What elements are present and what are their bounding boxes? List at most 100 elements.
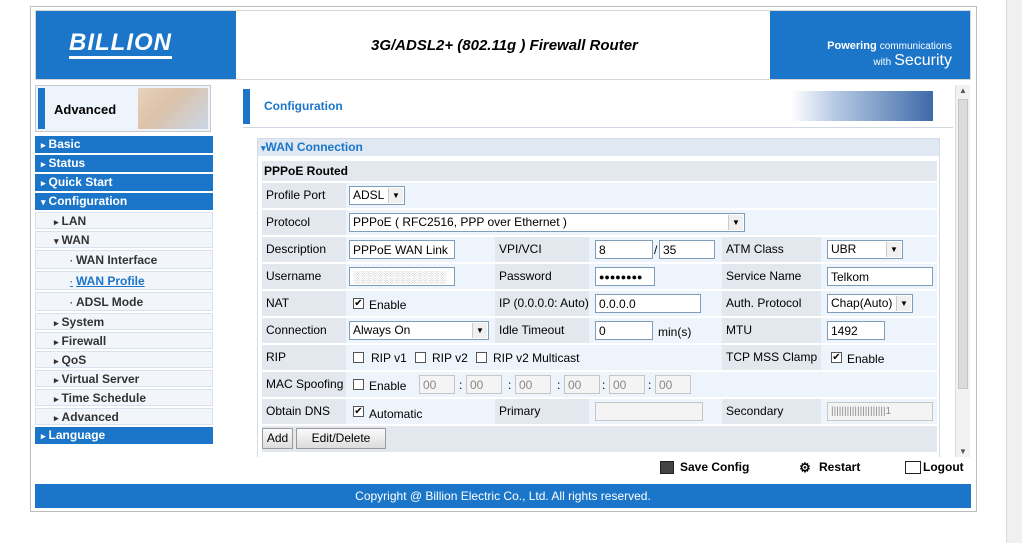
obtain-dns-auto-label: Automatic bbox=[369, 407, 423, 421]
row-username: Username Password Service Name bbox=[262, 264, 937, 289]
protocol-select[interactable]: PPPoE ( RFC2516, PPP over Ethernet ) ▼ bbox=[349, 213, 745, 232]
rip-label: RIP bbox=[262, 345, 346, 370]
profile-port-select[interactable]: ADSL ▼ bbox=[349, 186, 405, 205]
dropdown-arrow-icon: ▼ bbox=[886, 242, 901, 257]
decorative-header-image bbox=[791, 91, 933, 121]
sidebar-item-language[interactable]: ▸ Language bbox=[35, 427, 213, 444]
mac-separator: : bbox=[459, 378, 463, 392]
atm-class-select[interactable]: UBR ▼ bbox=[827, 240, 903, 259]
nat-enable-checkbox[interactable]: ✔ bbox=[353, 298, 364, 309]
rip-v2-multicast-checkbox[interactable] bbox=[476, 352, 487, 363]
mac-octet-4[interactable] bbox=[564, 375, 600, 394]
username-label: Username bbox=[262, 264, 346, 289]
page-title: Configuration bbox=[264, 99, 343, 113]
dropdown-arrow-icon: ▼ bbox=[472, 323, 487, 338]
scroll-up-arrow-icon[interactable]: ▲ bbox=[959, 86, 967, 95]
mac-octet-5[interactable] bbox=[609, 375, 645, 394]
vpi-input[interactable] bbox=[595, 240, 653, 259]
tcp-mss-clamp-label: TCP MSS Clamp bbox=[722, 345, 821, 370]
slogan: Powering communications with Security bbox=[827, 40, 952, 69]
row-profile-port: Profile Port ADSL ▼ bbox=[262, 183, 937, 208]
mac-octet-6[interactable] bbox=[655, 375, 691, 394]
auth-protocol-select[interactable]: Chap(Auto) ▼ bbox=[827, 294, 913, 313]
row-connection: Connection Always On▼ Idle Timeout min(s… bbox=[262, 318, 937, 343]
mac-spoofing-label: MAC Spoofing bbox=[262, 372, 346, 397]
username-input[interactable] bbox=[349, 267, 455, 286]
connection-label: Connection bbox=[262, 318, 346, 343]
page-header: BILLION 3G/ADSL2+ (802.11g ) Firewall Ro… bbox=[35, 10, 971, 80]
section-title: ▾WAN Connection bbox=[258, 139, 939, 156]
logout-link[interactable]: Logout bbox=[905, 460, 964, 475]
sidebar-item-lan[interactable]: ▸ LAN bbox=[35, 212, 213, 229]
dropdown-arrow-icon: ▼ bbox=[896, 296, 911, 311]
mtu-input[interactable] bbox=[827, 321, 885, 340]
auth-protocol-label: Auth. Protocol bbox=[722, 291, 821, 316]
mac-octet-3[interactable] bbox=[515, 375, 551, 394]
scroll-down-arrow-icon[interactable]: ▼ bbox=[959, 447, 967, 456]
mac-octet-2[interactable] bbox=[466, 375, 502, 394]
sidebar-item-system[interactable]: ▸ System bbox=[35, 313, 213, 330]
connection-select[interactable]: Always On ▼ bbox=[349, 321, 489, 340]
vci-separator: / bbox=[654, 243, 658, 257]
subsection-row: PPPoE Routed bbox=[262, 161, 937, 181]
row-obtain-dns: Obtain DNS ✔ Automatic Primary Secondary bbox=[262, 399, 937, 424]
sidebar-item-virtual-server[interactable]: ▸ Virtual Server bbox=[35, 370, 213, 387]
row-rip: RIP RIP v1 RIP v2 RIP v2 Multicast TCP M… bbox=[262, 345, 937, 370]
service-name-input[interactable] bbox=[827, 267, 933, 286]
secondary-dns-label: Secondary bbox=[722, 399, 821, 424]
sidebar-item-advanced[interactable]: ▸ Advanced bbox=[35, 408, 213, 425]
sidebar-item-wan[interactable]: ▾ WAN bbox=[35, 231, 213, 248]
edit-delete-button[interactable]: Edit/Delete bbox=[296, 428, 386, 449]
mode-panel: Advanced bbox=[35, 85, 211, 132]
mac-octet-1[interactable] bbox=[419, 375, 455, 394]
sidebar-item-firewall[interactable]: ▸ Firewall bbox=[35, 332, 213, 349]
sidebar-item-wan-profile[interactable]: · WAN Profile bbox=[35, 271, 213, 290]
sidebar-item-basic[interactable]: ▸ Basic bbox=[35, 136, 213, 153]
copyright-text: Copyright @ Billion Electric Co., Ltd. A… bbox=[355, 489, 651, 503]
content-scrollbar[interactable]: ▲ ▼ bbox=[955, 85, 970, 457]
row-buttons: Add Edit/Delete bbox=[262, 426, 937, 452]
sidebar-item-quick-start[interactable]: ▸ Quick Start bbox=[35, 174, 213, 191]
idle-timeout-input[interactable] bbox=[595, 321, 653, 340]
rip-v2-checkbox[interactable] bbox=[415, 352, 426, 363]
dropdown-arrow-icon: ▼ bbox=[728, 215, 743, 230]
sidebar-item-qos[interactable]: ▸ QoS bbox=[35, 351, 213, 368]
mtu-label: MTU bbox=[722, 318, 821, 343]
rip-v1-checkbox[interactable] bbox=[353, 352, 364, 363]
mode-panel-bar bbox=[38, 88, 45, 129]
add-button[interactable]: Add bbox=[262, 428, 293, 449]
atm-class-label: ATM Class bbox=[722, 237, 821, 262]
mac-enable-label: Enable bbox=[369, 379, 407, 393]
sidebar-item-wan-interface[interactable]: · WAN Interface bbox=[35, 250, 213, 269]
ip-input[interactable] bbox=[595, 294, 701, 313]
description-input[interactable] bbox=[349, 240, 455, 259]
sidebar-item-time-schedule[interactable]: ▸ Time Schedule bbox=[35, 389, 213, 406]
idle-timeout-label: Idle Timeout bbox=[495, 318, 589, 343]
billion-logo: BILLION bbox=[69, 31, 172, 59]
password-input[interactable] bbox=[595, 267, 655, 286]
sidebar-item-status[interactable]: ▸ Status bbox=[35, 155, 213, 172]
decorative-photo bbox=[138, 88, 208, 129]
row-nat: NAT ✔ Enable IP (0.0.0.0: Auto) Auth. Pr… bbox=[262, 291, 937, 316]
row-protocol: Protocol PPPoE ( RFC2516, PPP over Ether… bbox=[262, 210, 937, 235]
mac-separator: : bbox=[508, 378, 512, 392]
sidebar-item-adsl-mode[interactable]: · ADSL Mode bbox=[35, 292, 213, 311]
content-header-bar bbox=[243, 89, 250, 124]
copyright-bar: Copyright @ Billion Electric Co., Ltd. A… bbox=[35, 484, 971, 508]
content-header: Configuration bbox=[243, 85, 953, 128]
tcp-mss-enable-checkbox[interactable]: ✔ bbox=[831, 352, 842, 363]
restart-link[interactable]: ⚙ Restart bbox=[797, 460, 860, 475]
scroll-thumb[interactable] bbox=[958, 99, 968, 389]
save-config-link[interactable]: Save Config bbox=[660, 460, 749, 475]
primary-dns-input[interactable] bbox=[595, 402, 703, 421]
secondary-dns-input[interactable] bbox=[827, 402, 933, 421]
sidebar-item-configuration[interactable]: ▾ Configuration bbox=[35, 193, 213, 210]
obtain-dns-checkbox[interactable]: ✔ bbox=[353, 406, 364, 417]
vci-input[interactable] bbox=[659, 240, 715, 259]
vpi-vci-label: VPI/VCI bbox=[495, 237, 589, 262]
mac-spoofing-checkbox[interactable] bbox=[353, 379, 364, 390]
router-title: 3G/ADSL2+ (802.11g ) Firewall Router bbox=[371, 37, 638, 54]
window-scrollbar[interactable] bbox=[1006, 0, 1022, 543]
content-area: Configuration ▾WAN Connection PPPoE Rout… bbox=[243, 85, 971, 457]
nat-enable-label: Enable bbox=[369, 298, 407, 312]
